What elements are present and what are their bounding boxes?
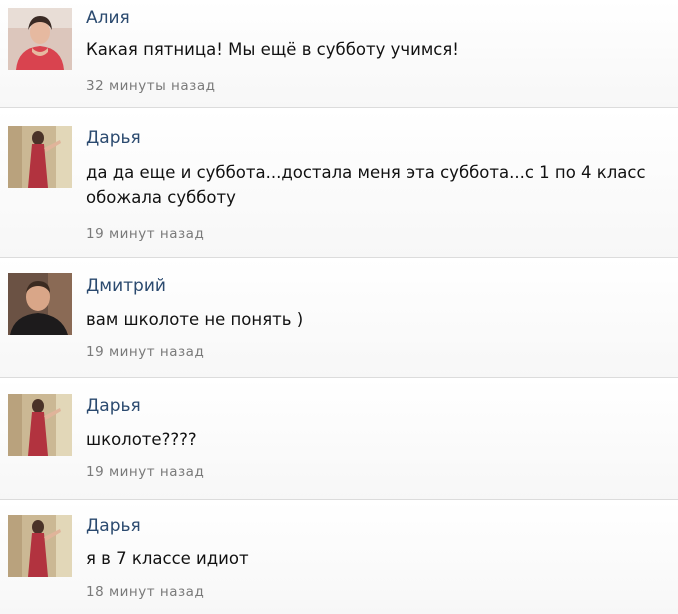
comment-author-link[interactable]: Дарья bbox=[86, 396, 141, 416]
comment-text: я в 7 классе идиот bbox=[86, 549, 249, 568]
comment-text: школоте???? bbox=[86, 430, 197, 449]
avatar[interactable] bbox=[8, 126, 72, 188]
comment-item: Дарья да да еще и суббота...достала меня… bbox=[0, 108, 678, 258]
comment-author-link[interactable]: Дарья bbox=[86, 128, 141, 148]
user-photo-icon bbox=[8, 126, 72, 188]
user-photo-icon bbox=[8, 515, 72, 577]
comment-item: Дмитрий вам школоте не понять ) 19 минут… bbox=[0, 258, 678, 378]
comment-timestamp[interactable]: 19 минут назад bbox=[86, 226, 204, 242]
avatar[interactable] bbox=[8, 273, 72, 335]
avatar[interactable] bbox=[8, 394, 72, 456]
comment-text: да да еще и суббота...достала меня эта с… bbox=[86, 163, 646, 207]
comment-item: Дарья я в 7 классе идиот 18 минут назад bbox=[0, 500, 678, 614]
user-photo-icon bbox=[8, 8, 72, 70]
comment-timestamp[interactable]: 18 минут назад bbox=[86, 584, 204, 600]
comment-author-link[interactable]: Алия bbox=[86, 8, 130, 28]
user-photo-icon bbox=[8, 273, 72, 335]
comment-timestamp[interactable]: 19 минут назад bbox=[86, 344, 204, 360]
comment-author-link[interactable]: Дарья bbox=[86, 516, 141, 536]
comment-item: Алия Какая пятница! Мы ещё в субботу учи… bbox=[0, 0, 678, 108]
comment-timestamp[interactable]: 32 минуты назад bbox=[86, 78, 215, 94]
comment-timestamp[interactable]: 19 минут назад bbox=[86, 464, 204, 480]
comment-text: Какая пятница! Мы ещё в субботу учимся! bbox=[86, 40, 459, 59]
user-photo-icon bbox=[8, 394, 72, 456]
comment-text: вам школоте не понять ) bbox=[86, 310, 304, 329]
comment-author-link[interactable]: Дмитрий bbox=[86, 276, 166, 296]
comment-item: Дарья школоте???? 19 минут назад bbox=[0, 378, 678, 500]
comment-list: Алия Какая пятница! Мы ещё в субботу учи… bbox=[0, 0, 678, 614]
avatar[interactable] bbox=[8, 8, 72, 70]
avatar[interactable] bbox=[8, 515, 72, 577]
